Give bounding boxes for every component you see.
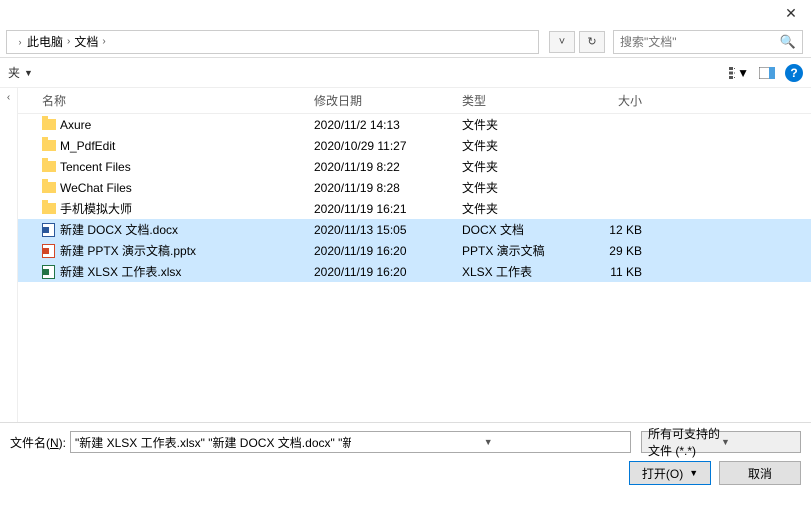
- organize-menu[interactable]: 夹 ▼: [8, 64, 33, 81]
- file-size: 11 KB: [590, 265, 650, 279]
- file-name: 新建 XLSX 工作表.xlsx: [60, 263, 314, 280]
- file-name: Tencent Files: [60, 160, 314, 174]
- filename-label: 文件名(N):: [10, 434, 70, 451]
- chevron-down-icon: ▼: [24, 68, 33, 78]
- nav-row: › 此电脑 › 文档 › ˅ ↻ 🔍: [0, 26, 811, 58]
- file-name: 手机模拟大师: [60, 200, 314, 217]
- search-box[interactable]: 🔍: [613, 30, 803, 54]
- file-type: XLSX 工作表: [462, 263, 590, 280]
- breadcrumb-dropdown[interactable]: ˅: [549, 31, 575, 53]
- file-date: 2020/11/13 15:05: [314, 223, 462, 237]
- file-size: 29 KB: [590, 244, 650, 258]
- file-date: 2020/11/19 16:20: [314, 265, 462, 279]
- file-list: 名称 修改日期 类型 大小 Axure2020/11/2 14:13文件夹M_P…: [18, 88, 811, 422]
- column-header-type[interactable]: 类型: [462, 92, 590, 109]
- chevron-down-icon: ▼: [721, 437, 794, 447]
- file-date: 2020/10/29 11:27: [314, 139, 462, 153]
- help-icon[interactable]: ?: [785, 64, 803, 82]
- toolbar: 夹 ▼ ▼ ?: [0, 58, 811, 88]
- chevron-right-icon: ›: [102, 36, 105, 47]
- file-size: 12 KB: [590, 223, 650, 237]
- xlsx-icon: [42, 265, 60, 279]
- folder-icon: [42, 119, 60, 130]
- column-header-date[interactable]: 修改日期: [314, 92, 462, 109]
- bottom-panel: 文件名(N): "新建 XLSX 工作表.xlsx" "新建 DOCX 文档.d…: [0, 422, 811, 495]
- file-name: 新建 DOCX 文档.docx: [60, 221, 314, 238]
- chevron-right-icon: ›: [67, 36, 70, 47]
- chevron-down-icon: ▼: [737, 66, 749, 80]
- breadcrumb-part[interactable]: 此电脑: [27, 33, 63, 50]
- breadcrumb-part[interactable]: 文档: [74, 33, 98, 50]
- cancel-button[interactable]: 取消: [719, 461, 801, 485]
- organize-label: 夹: [8, 64, 20, 81]
- folder-icon: [42, 203, 60, 214]
- file-type: 文件夹: [462, 137, 590, 154]
- breadcrumb[interactable]: › 此电脑 › 文档 ›: [6, 30, 539, 54]
- chevron-down-icon[interactable]: ▼: [351, 437, 627, 447]
- file-row[interactable]: M_PdfEdit2020/10/29 11:27文件夹: [18, 135, 811, 156]
- search-icon: 🔍: [780, 34, 796, 50]
- file-date: 2020/11/19 16:20: [314, 244, 462, 258]
- filetype-filter[interactable]: 所有可支持的文件 (*.*) ▼: [641, 431, 801, 453]
- file-name: M_PdfEdit: [60, 139, 314, 153]
- file-name: 新建 PPTX 演示文稿.pptx: [60, 242, 314, 259]
- preview-pane-icon[interactable]: [757, 65, 777, 81]
- file-date: 2020/11/2 14:13: [314, 118, 462, 132]
- file-type: 文件夹: [462, 116, 590, 133]
- file-row[interactable]: 新建 XLSX 工作表.xlsx2020/11/19 16:20XLSX 工作表…: [18, 261, 811, 282]
- docx-icon: [42, 223, 60, 237]
- pptx-icon: [42, 244, 60, 258]
- file-row[interactable]: WeChat Files2020/11/19 8:28文件夹: [18, 177, 811, 198]
- refresh-button[interactable]: ↻: [579, 31, 605, 53]
- filename-value: "新建 XLSX 工作表.xlsx" "新建 DOCX 文档.docx" "新建…: [75, 434, 351, 451]
- file-date: 2020/11/19 8:28: [314, 181, 462, 195]
- file-type: PPTX 演示文稿: [462, 242, 590, 259]
- file-row[interactable]: 新建 PPTX 演示文稿.pptx2020/11/19 16:20PPTX 演示…: [18, 240, 811, 261]
- file-date: 2020/11/19 16:21: [314, 202, 462, 216]
- file-row[interactable]: 新建 DOCX 文档.docx2020/11/13 15:05DOCX 文档12…: [18, 219, 811, 240]
- open-button[interactable]: 打开(O) ▼: [629, 461, 711, 485]
- file-date: 2020/11/19 8:22: [314, 160, 462, 174]
- filename-input[interactable]: "新建 XLSX 工作表.xlsx" "新建 DOCX 文档.docx" "新建…: [70, 431, 631, 453]
- file-row[interactable]: 手机模拟大师2020/11/19 16:21文件夹: [18, 198, 811, 219]
- file-type: 文件夹: [462, 158, 590, 175]
- file-row[interactable]: Tencent Files2020/11/19 8:22文件夹: [18, 156, 811, 177]
- file-type: DOCX 文档: [462, 221, 590, 238]
- file-name: Axure: [60, 118, 314, 132]
- folder-icon: [42, 161, 60, 172]
- chevron-right-icon: ›: [13, 35, 27, 49]
- folder-icon: [42, 182, 60, 193]
- column-header-row: 名称 修改日期 类型 大小: [18, 88, 811, 114]
- column-header-name[interactable]: 名称: [42, 92, 314, 109]
- chevron-left-icon[interactable]: ‹: [7, 92, 10, 103]
- filter-label: 所有可支持的文件 (*.*): [648, 425, 721, 459]
- folder-icon: [42, 140, 60, 151]
- column-header-size[interactable]: 大小: [590, 92, 650, 109]
- file-name: WeChat Files: [60, 181, 314, 195]
- titlebar: ✕: [0, 0, 811, 26]
- search-input[interactable]: [620, 35, 780, 49]
- sidebar: ‹: [0, 88, 18, 422]
- close-button[interactable]: ✕: [771, 5, 811, 22]
- file-type: 文件夹: [462, 200, 590, 217]
- view-list-icon[interactable]: ▼: [729, 65, 749, 81]
- file-row[interactable]: Axure2020/11/2 14:13文件夹: [18, 114, 811, 135]
- file-type: 文件夹: [462, 179, 590, 196]
